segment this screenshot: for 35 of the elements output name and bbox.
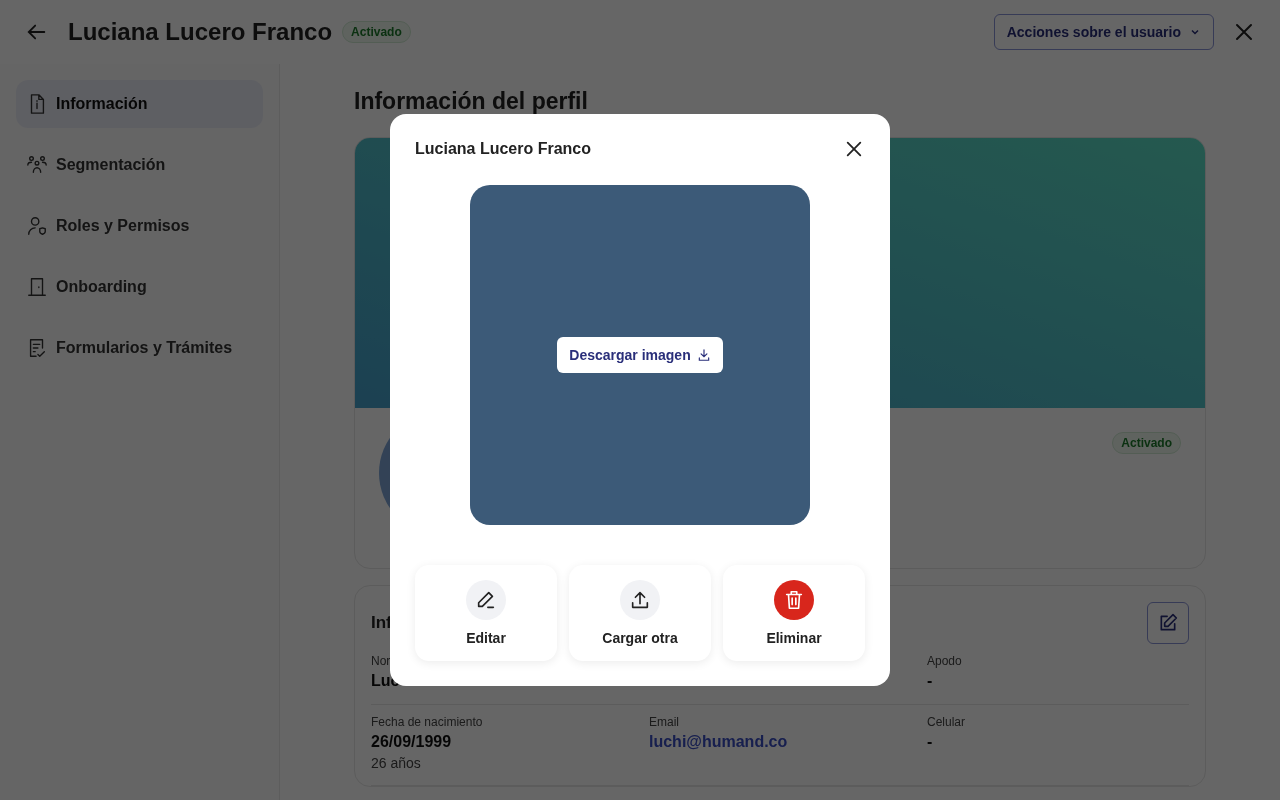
trash-icon — [783, 589, 805, 611]
field-label: Apodo — [927, 654, 962, 668]
download-icon — [696, 348, 711, 362]
card-heading: Inf — [371, 613, 392, 633]
status-badge: Activado — [1112, 432, 1181, 454]
email-link[interactable]: luchi@humand.co — [649, 733, 788, 751]
people-icon — [26, 154, 48, 176]
field-value: 26/09/1999 — [371, 733, 452, 751]
field-label: Fecha de nacimiento — [371, 715, 483, 729]
door-icon — [26, 276, 48, 298]
field-label: Nor — [371, 654, 391, 668]
download-image-button[interactable]: Descargar imagen — [557, 337, 723, 373]
sidebar-item[interactable]: Segmentación — [16, 141, 263, 189]
age-text: 26 años — [371, 755, 421, 771]
edit-icon — [1158, 613, 1178, 633]
edit-button[interactable] — [1147, 602, 1189, 644]
field-value: - — [927, 672, 933, 690]
field-value: - — [927, 733, 933, 751]
status-badge: Activado — [342, 21, 411, 43]
sidebar-item[interactable]: Roles y Permisos — [16, 202, 263, 250]
sidebar-item[interactable]: Onboarding — [16, 263, 263, 311]
field-label: Celular — [927, 715, 965, 729]
sidebar-item[interactable]: Formularios y Trámites — [16, 324, 263, 372]
dialog-title: Luciana Lucero Franco — [415, 140, 592, 158]
user-actions-dropdown[interactable]: Acciones sobre el usuario — [993, 14, 1214, 50]
sidebar-item[interactable]: Información — [16, 80, 263, 128]
user-shield-icon — [26, 215, 48, 237]
field-label: Email — [649, 715, 679, 729]
user-name-title: Luciana Lucero Franco — [68, 18, 333, 46]
upload-icon — [629, 589, 651, 611]
image-action-button[interactable]: Editar — [415, 565, 557, 661]
pencil-icon — [475, 589, 497, 611]
section-title: Información del perfil — [354, 88, 589, 115]
image-action-button[interactable]: Cargar otra — [569, 565, 711, 661]
image-action-button[interactable]: Eliminar — [723, 565, 865, 661]
